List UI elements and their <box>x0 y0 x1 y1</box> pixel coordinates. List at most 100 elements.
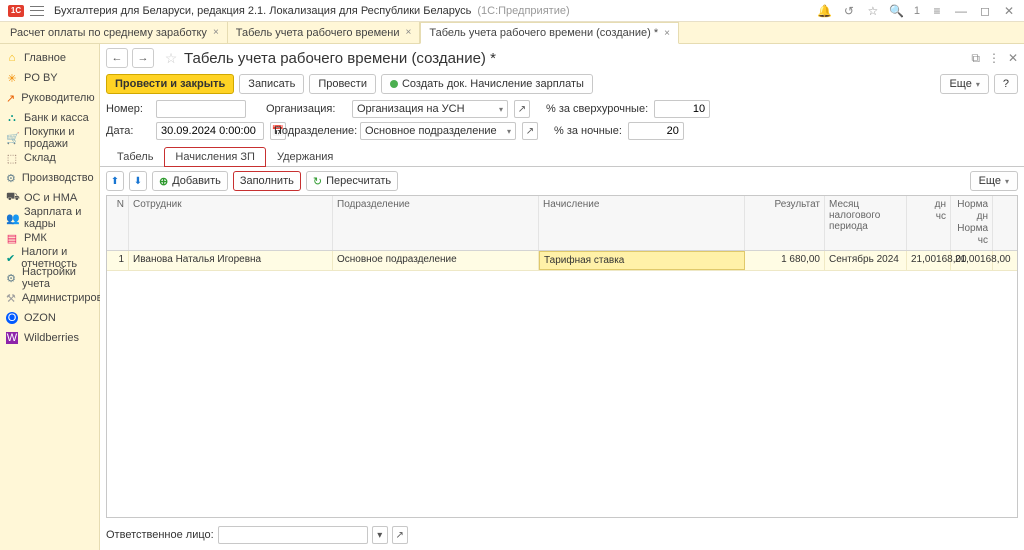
app-titlebar: 1C Бухгалтерия для Беларуси, редакция 2.… <box>0 0 1024 22</box>
app-title: Бухгалтерия для Беларуси, редакция 2.1. … <box>54 5 471 17</box>
sidebar-item-label: Покупки и продажи <box>24 126 93 150</box>
favorite-icon[interactable]: ☆ <box>162 50 180 67</box>
sidebar-item-label: Wildberries <box>24 332 79 344</box>
responsible-select-button[interactable]: ▾ <box>372 526 388 544</box>
minimize-icon[interactable]: — <box>954 4 968 18</box>
sidebar-item-10[interactable]: ✔Налоги и отчетность <box>0 248 99 268</box>
sidebar-item-label: РМК <box>24 232 47 244</box>
sidebar-item-11[interactable]: ⚙Настройки учета <box>0 268 99 288</box>
tab-label: Табель учета рабочего времени (создание)… <box>429 27 658 39</box>
menu-dots-icon[interactable]: ⋮ <box>988 51 1000 65</box>
add-row-button[interactable]: ⊕Добавить <box>152 171 228 191</box>
search-icon[interactable]: 🔍 <box>890 4 904 18</box>
col-department: Подразделение <box>333 196 539 250</box>
sidebar-item-2[interactable]: ↗Руководителю <box>0 88 99 108</box>
overtime-label: % за сверхурочные: <box>546 103 648 115</box>
c-truck-icon: ⛟ <box>6 191 18 205</box>
overtime-input[interactable] <box>654 100 710 118</box>
sidebar-item-8[interactable]: 👥Зарплата и кадры <box>0 208 99 228</box>
post-and-close-button[interactable]: Провести и закрыть <box>106 74 234 94</box>
date-input[interactable] <box>156 122 264 140</box>
sidebar-item-label: Склад <box>24 152 56 164</box>
tab-close-icon[interactable]: × <box>406 27 412 38</box>
nav-back-button[interactable]: ← <box>106 48 128 68</box>
more-button[interactable]: Еще▾ <box>940 74 988 94</box>
org-open-button[interactable]: ↗ <box>514 100 530 118</box>
org-select[interactable]: Организация на УСН▾ <box>352 100 508 118</box>
dep-open-button[interactable]: ↗ <box>522 122 538 140</box>
help-button[interactable]: ? <box>994 74 1018 94</box>
sidebar-item-13[interactable]: O OZON <box>0 308 99 328</box>
responsible-label: Ответственное лицо: <box>106 529 214 541</box>
menu-icon[interactable] <box>30 5 44 17</box>
history-icon[interactable]: ↺ <box>842 4 856 18</box>
grid-row[interactable]: 1 Иванова Наталья Игоревна Основное подр… <box>107 251 1017 271</box>
col-accrual: Начисление <box>539 196 745 250</box>
detach-icon[interactable]: ⧉ <box>971 51 980 66</box>
nav-forward-button[interactable]: → <box>132 48 154 68</box>
save-button[interactable]: Записать <box>239 74 304 94</box>
cell-days: 21,00168,00 <box>907 251 951 270</box>
tab-deductions[interactable]: Удержания <box>266 147 344 167</box>
recalc-button[interactable]: ↻Пересчитать <box>306 171 398 191</box>
tab-average-earnings[interactable]: Расчет оплаты по среднему заработку × <box>2 22 228 43</box>
number-input[interactable] <box>156 100 246 118</box>
cell-employee: Иванова Наталья Игоревна <box>129 251 333 270</box>
sidebar-item-7[interactable]: ⛟ОС и НМА <box>0 188 99 208</box>
cell-period: Сентябрь 2024 <box>825 251 907 270</box>
sidebar-item-1[interactable]: ✳PO BY <box>0 68 99 88</box>
date-label: Дата: <box>106 125 150 137</box>
fill-button[interactable]: Заполнить <box>233 171 301 191</box>
tab-accruals[interactable]: Начисления ЗП <box>164 147 266 167</box>
window-close-icon[interactable]: ✕ <box>1008 51 1018 65</box>
sidebar-item-14[interactable]: WWildberries <box>0 328 99 348</box>
settings-icon[interactable]: ≡ <box>930 4 944 18</box>
dep-label: Подразделение: <box>274 125 354 137</box>
sidebar-item-4[interactable]: 🛒 Покупки и продажи <box>0 128 99 148</box>
cell-n: 1 <box>107 251 129 270</box>
action-bar: Провести и закрыть Записать Провести Соз… <box>100 74 1024 98</box>
col-norm: Норма днНорма чс <box>951 196 993 250</box>
night-input[interactable] <box>628 122 684 140</box>
create-payroll-button[interactable]: Создать док. Начисление зарплаты <box>381 74 593 94</box>
star-icon[interactable]: ☆ <box>866 4 880 18</box>
close-icon[interactable]: ✕ <box>1002 4 1016 18</box>
bell-icon[interactable]: 🔔 <box>818 4 832 18</box>
sidebar-item-5[interactable]: ⬚Склад <box>0 148 99 168</box>
c-bank-icon: ⛬ <box>6 112 18 125</box>
c-ozon-icon: O <box>6 312 18 324</box>
cell-department: Основное подразделение <box>333 251 539 270</box>
sidebar-item-9[interactable]: ▤РМК <box>0 228 99 248</box>
sidebar-item-0[interactable]: ⌂Главное <box>0 48 99 68</box>
sidebar-item-label: Производство <box>22 172 94 184</box>
tab-timesheet-create[interactable]: Табель учета рабочего времени (создание)… <box>420 22 679 44</box>
app-logo: 1C <box>8 5 24 17</box>
grid-more-button[interactable]: Еще▾ <box>970 171 1018 191</box>
tab-timesheet[interactable]: Табель учета рабочего времени × <box>228 22 421 43</box>
c-gear-icon: ⚙ <box>6 172 16 185</box>
sidebar-item-12[interactable]: ⚒Администрирование <box>0 288 99 308</box>
post-button[interactable]: Провести <box>309 74 376 94</box>
sidebar-item-label: OZON <box>24 312 56 324</box>
tab-close-icon[interactable]: × <box>664 28 670 39</box>
sidebar-item-6[interactable]: ⚙ Производство <box>0 168 99 188</box>
app-subtitle: (1С:Предприятие) <box>477 5 569 17</box>
accruals-grid[interactable]: N Сотрудник Подразделение Начисление Рез… <box>106 195 1018 518</box>
maximize-icon[interactable]: ◻ <box>978 4 992 18</box>
tab-timesheet-inner[interactable]: Табель <box>106 147 164 167</box>
tab-label: Расчет оплаты по среднему заработку <box>10 27 207 39</box>
col-n: N <box>107 196 129 250</box>
plus-icon: ⊕ <box>159 175 168 188</box>
c-cart-icon: 🛒 <box>6 132 18 145</box>
document-tabs: Расчет оплаты по среднему заработку × Та… <box>0 22 1024 44</box>
move-up-button[interactable]: ⬆ <box>106 171 124 191</box>
cell-accrual[interactable]: Тарифная ставка <box>539 251 745 270</box>
plus-icon <box>390 80 398 88</box>
tab-close-icon[interactable]: × <box>213 27 219 38</box>
sidebar-item-3[interactable]: ⛬Банк и касса <box>0 108 99 128</box>
sidebar-item-label: Настройки учета <box>22 266 93 290</box>
dep-select[interactable]: Основное подразделение▾ <box>360 122 516 140</box>
responsible-open-button[interactable]: ↗ <box>392 526 408 544</box>
move-down-button[interactable]: ⬇ <box>129 171 147 191</box>
responsible-input[interactable] <box>218 526 368 544</box>
